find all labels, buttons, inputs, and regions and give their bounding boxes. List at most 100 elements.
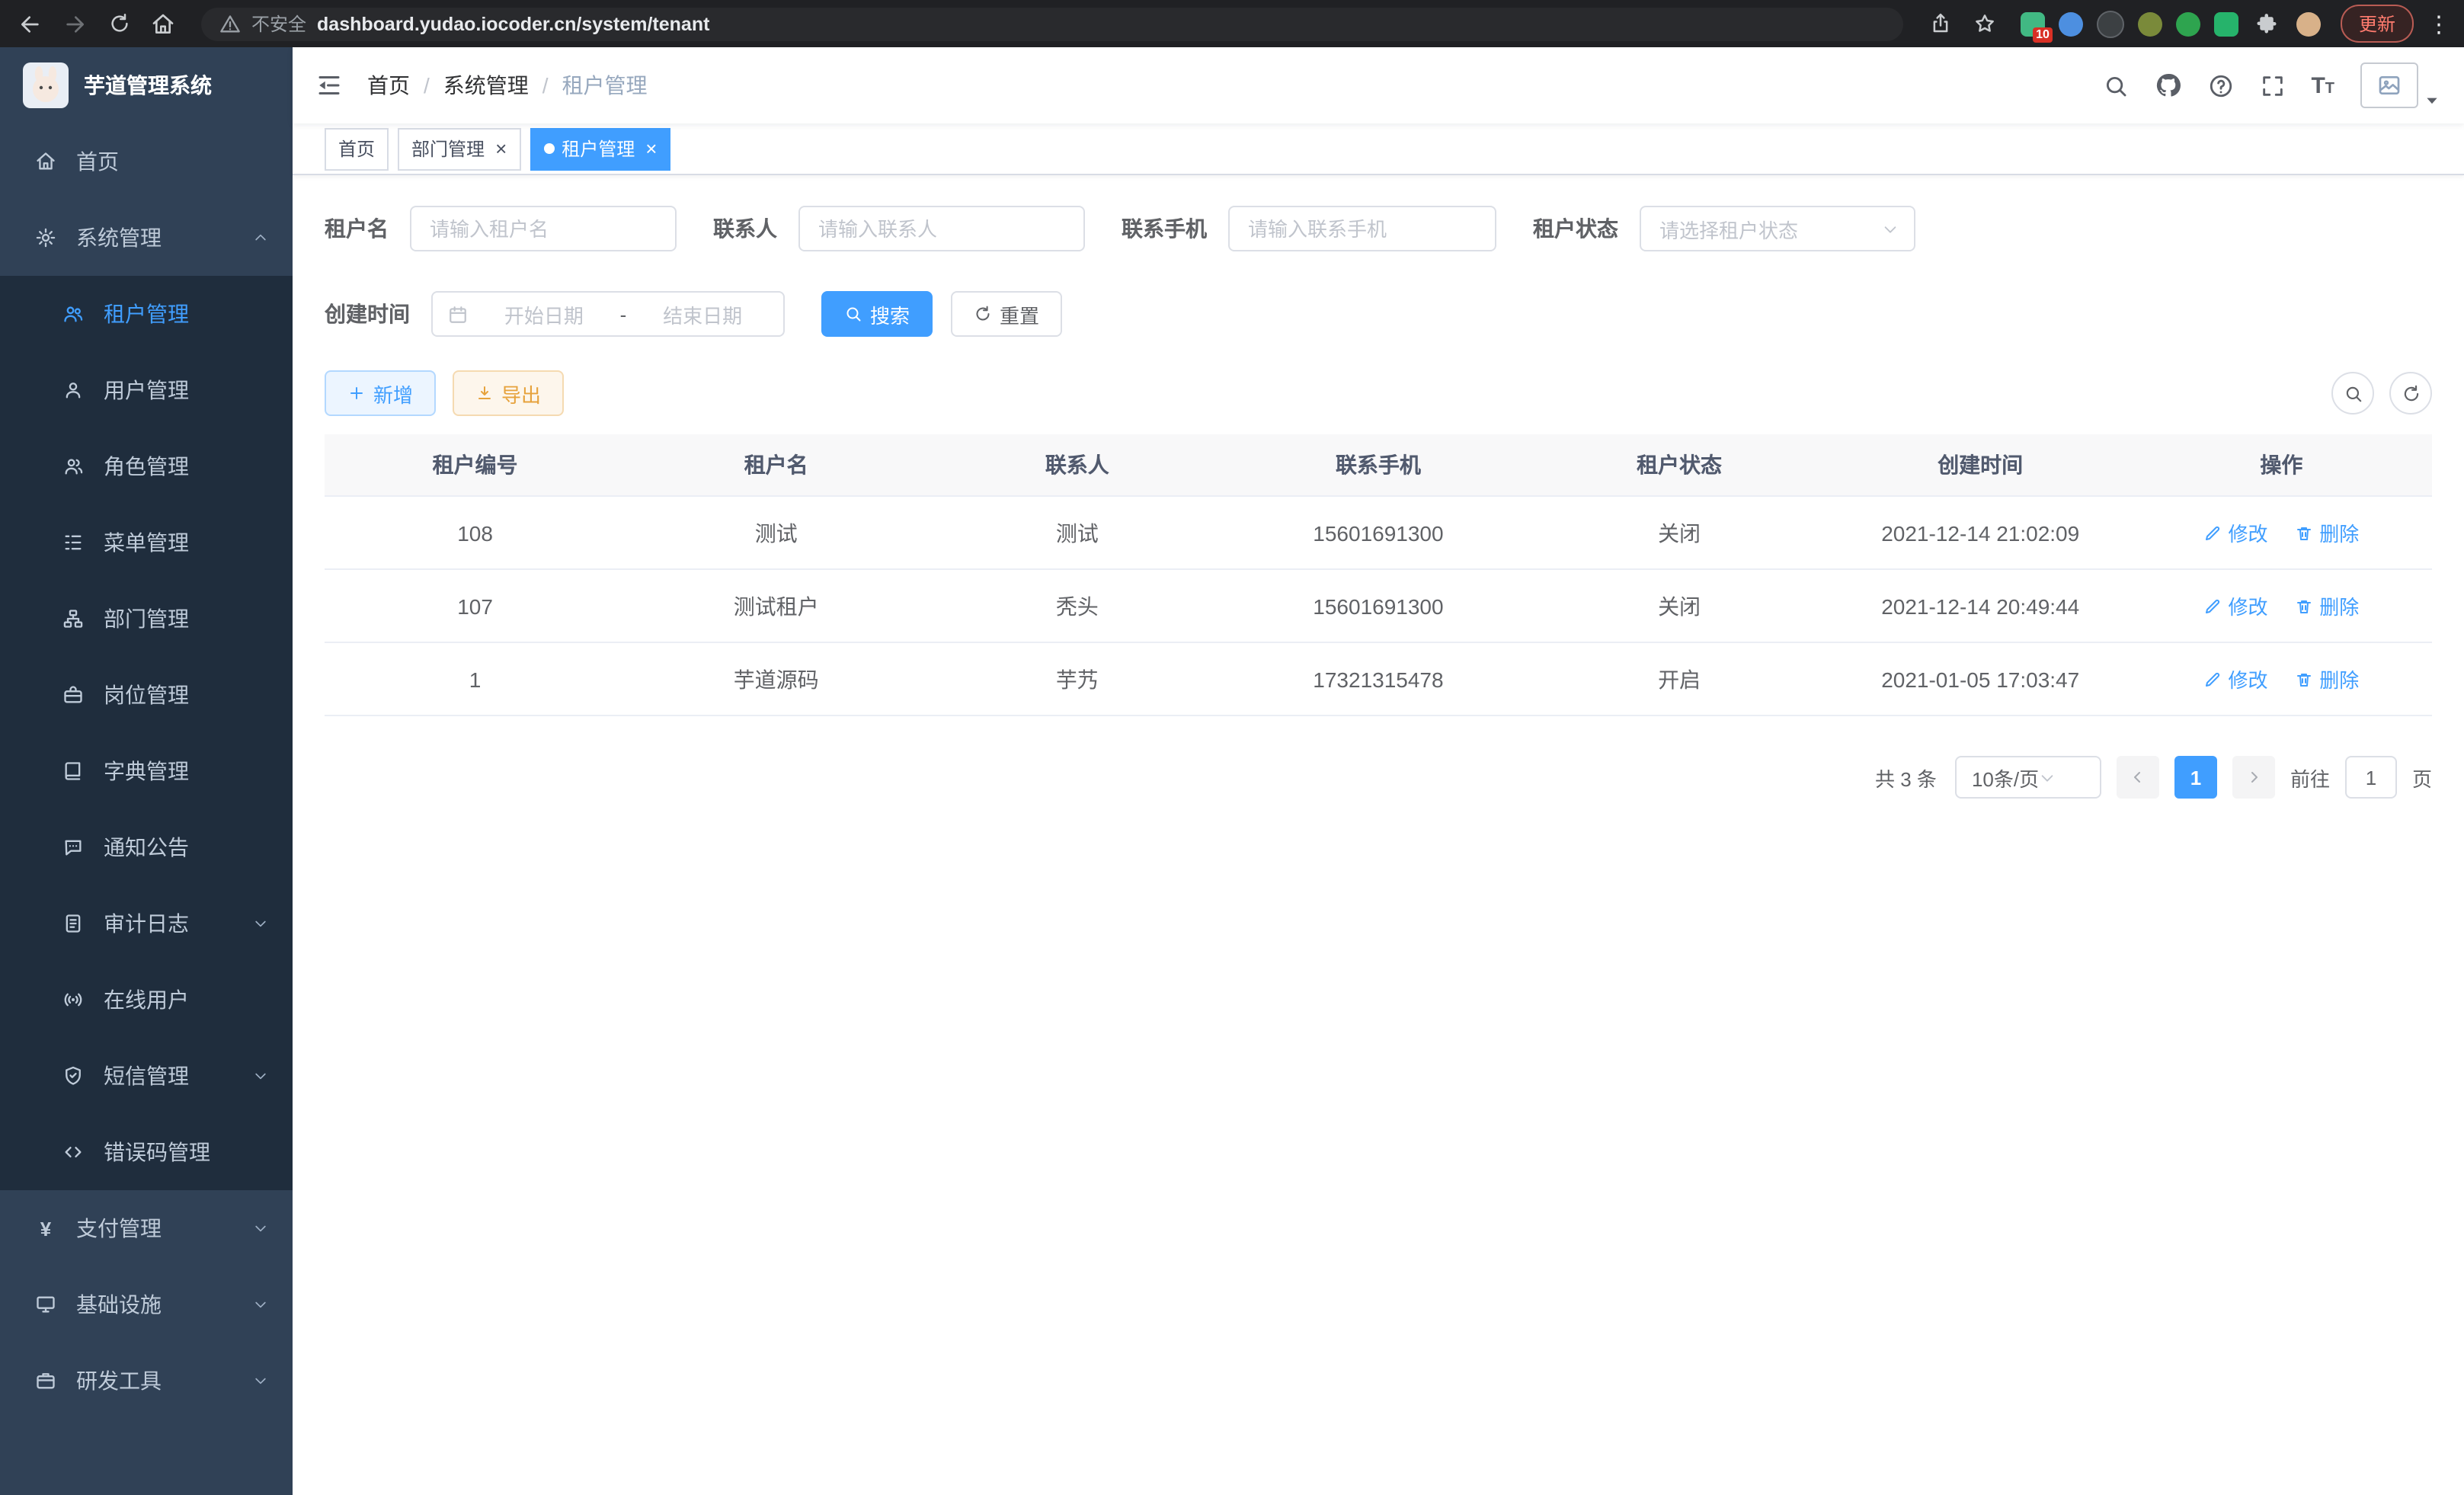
- sidebar-item-tenant[interactable]: 租户管理: [0, 276, 293, 352]
- sidebar-item-dept[interactable]: 部门管理: [0, 581, 293, 657]
- app-logo[interactable]: 芋道管理系统: [0, 47, 293, 123]
- search-button[interactable]: 搜索: [821, 291, 933, 337]
- share-icon[interactable]: [1926, 8, 1957, 39]
- toggle-search-button[interactable]: [2331, 372, 2374, 415]
- sidebar-item-home[interactable]: 首页: [0, 123, 293, 200]
- sidebar-item-role[interactable]: 角色管理: [0, 428, 293, 504]
- refresh-button[interactable]: [2389, 372, 2432, 415]
- filter-create-time: 创建时间 开始日期 - 结束日期: [325, 291, 785, 337]
- cell-status: 开启: [1529, 642, 1830, 715]
- cell-tenant-id: 108: [325, 496, 626, 569]
- chat-bubble-icon: [61, 837, 85, 858]
- extension-icon[interactable]: [2214, 11, 2238, 36]
- contact-input[interactable]: [798, 206, 1085, 251]
- sidebar-item-sms[interactable]: 短信管理: [0, 1038, 293, 1114]
- logo-image: [23, 62, 69, 108]
- app-title: 芋道管理系统: [84, 70, 212, 101]
- forward-icon[interactable]: [59, 8, 90, 39]
- next-page-button[interactable]: [2232, 756, 2275, 799]
- sidebar-item-notice[interactable]: 通知公告: [0, 809, 293, 885]
- extension-icon[interactable]: 10: [2021, 11, 2045, 36]
- font-size-icon[interactable]: TT: [2311, 72, 2334, 98]
- bookmark-star-icon[interactable]: [1970, 8, 2001, 39]
- add-button[interactable]: 新增: [325, 370, 436, 416]
- sidebar-collapse-icon[interactable]: [315, 72, 343, 99]
- sidebar-item-devtools[interactable]: 研发工具: [0, 1343, 293, 1419]
- goto-prefix: 前往: [2290, 763, 2330, 792]
- chevron-down-icon: [253, 1068, 268, 1084]
- sidebar-item-system[interactable]: 系统管理: [0, 200, 293, 276]
- chevron-down-icon: [253, 1297, 268, 1312]
- table-row: 107 测试租户 秃头 15601691300 关闭 2021-12-14 20…: [325, 569, 2432, 642]
- sidebar-item-audit-log[interactable]: 审计日志: [0, 885, 293, 962]
- delete-link[interactable]: 删除: [2295, 664, 2359, 693]
- delete-link[interactable]: 删除: [2295, 518, 2359, 547]
- cell-tenant-id: 107: [325, 569, 626, 642]
- phone-input[interactable]: [1228, 206, 1496, 251]
- cell-operations: 修改 删除: [2131, 569, 2432, 642]
- user-avatar-menu[interactable]: [2360, 62, 2440, 108]
- tab-home[interactable]: 首页: [325, 127, 389, 170]
- sidebar-item-payment[interactable]: ¥ 支付管理: [0, 1190, 293, 1266]
- sidebar-item-dict[interactable]: 字典管理: [0, 733, 293, 809]
- sidebar-item-error-code[interactable]: 错误码管理: [0, 1114, 293, 1190]
- menu-dots-icon[interactable]: ⋮: [2427, 10, 2449, 37]
- breadcrumb: 首页 / 系统管理 / 租户管理: [367, 70, 648, 101]
- extension-icon[interactable]: [2097, 10, 2124, 37]
- active-tab-dot: [543, 143, 554, 154]
- edit-link[interactable]: 修改: [2203, 664, 2267, 693]
- sidebar-item-infra[interactable]: 基础设施: [0, 1266, 293, 1343]
- signal-icon: [61, 989, 85, 1010]
- breadcrumb-home[interactable]: 首页: [367, 70, 410, 101]
- goto-page-input[interactable]: [2345, 756, 2397, 799]
- tab-tenant[interactable]: 租户管理 ×: [530, 127, 670, 170]
- search-icon[interactable]: [2102, 72, 2128, 98]
- export-button[interactable]: 导出: [453, 370, 564, 416]
- help-icon[interactable]: [2207, 72, 2233, 98]
- filter-row-1: 租户名 联系人 联系手机 租户状态 请选择租户状态: [325, 206, 2432, 251]
- page-number-button[interactable]: 1: [2174, 756, 2217, 799]
- back-icon[interactable]: [15, 8, 46, 39]
- reset-button[interactable]: 重置: [951, 291, 1062, 337]
- chevron-down-icon: [253, 916, 268, 931]
- user-icon: [61, 379, 85, 401]
- chevron-down-icon: [1882, 220, 1899, 237]
- column-header: 租户编号: [325, 434, 626, 496]
- breadcrumb-separator: /: [542, 73, 549, 98]
- address-bar[interactable]: 不安全 dashboard.yudao.iocoder.cn/system/te…: [201, 7, 1903, 40]
- home-icon[interactable]: [148, 8, 178, 39]
- github-icon[interactable]: [2154, 72, 2181, 99]
- filter-row-2: 创建时间 开始日期 - 结束日期 搜索 重置: [325, 291, 2432, 337]
- edit-link[interactable]: 修改: [2203, 591, 2267, 620]
- prev-page-button[interactable]: [2117, 756, 2159, 799]
- breadcrumb-section[interactable]: 系统管理: [443, 70, 529, 101]
- sidebar-menu: 首页 系统管理 租户管理 用户管理 角色管理: [0, 123, 293, 1419]
- role-users-icon: [61, 456, 85, 477]
- fullscreen-icon[interactable]: [2259, 72, 2285, 98]
- status-select[interactable]: 请选择租户状态: [1640, 206, 1915, 251]
- close-icon[interactable]: ×: [495, 139, 507, 158]
- extension-icon[interactable]: [2138, 11, 2162, 36]
- extension-icon[interactable]: [2059, 11, 2083, 36]
- cell-operations: 修改 删除: [2131, 642, 2432, 715]
- reload-icon[interactable]: [104, 8, 134, 39]
- extension-icon[interactable]: [2176, 11, 2200, 36]
- edit-link[interactable]: 修改: [2203, 518, 2267, 547]
- sidebar-item-post[interactable]: 岗位管理: [0, 657, 293, 733]
- close-icon[interactable]: ×: [645, 139, 657, 158]
- cell-created: 2021-12-14 21:02:09: [1830, 496, 2131, 569]
- sidebar-item-menu[interactable]: 菜单管理: [0, 504, 293, 581]
- monitor-icon: [34, 1294, 58, 1315]
- sidebar-item-online-user[interactable]: 在线用户: [0, 962, 293, 1038]
- update-button[interactable]: 更新: [2341, 5, 2414, 43]
- delete-link[interactable]: 删除: [2295, 591, 2359, 620]
- tab-dept[interactable]: 部门管理 ×: [398, 127, 520, 170]
- extensions-puzzle-icon[interactable]: [2252, 8, 2283, 39]
- page-size-select[interactable]: 10条/页: [1955, 756, 2101, 799]
- tenant-name-input[interactable]: [410, 206, 677, 251]
- date-range-picker[interactable]: 开始日期 - 结束日期: [431, 291, 785, 337]
- screen: 不安全 dashboard.yudao.iocoder.cn/system/te…: [0, 0, 2464, 1495]
- browser-profile-avatar[interactable]: [2296, 11, 2321, 36]
- document-icon: [61, 913, 85, 934]
- sidebar-item-user[interactable]: 用户管理: [0, 352, 293, 428]
